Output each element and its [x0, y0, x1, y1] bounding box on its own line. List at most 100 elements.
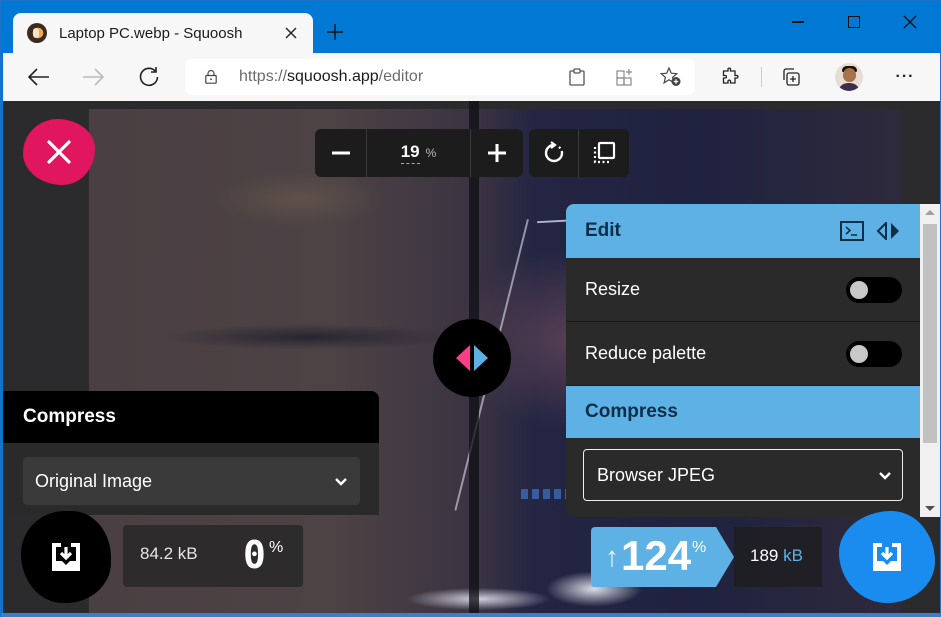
left-codec-select[interactable]: Original Image	[23, 457, 360, 505]
left-codec-value: Original Image	[35, 470, 153, 491]
toggle-knob	[850, 280, 868, 299]
plus-icon	[488, 144, 506, 162]
app-available-button[interactable]	[613, 65, 637, 89]
zoom-controls: 19 %	[315, 129, 523, 177]
toolbar-divider	[761, 67, 762, 87]
reduce-palette-label: Reduce palette	[585, 343, 707, 363]
window-bottom-border	[1, 613, 941, 617]
compressed-percent: 124	[621, 532, 692, 579]
tab-close-button[interactable]	[279, 21, 303, 45]
minimize-button[interactable]	[775, 9, 821, 35]
avatar-face	[843, 68, 856, 82]
right-codec-select[interactable]: Browser JPEG	[583, 449, 903, 501]
scroll-up-arrow-icon[interactable]	[925, 210, 935, 215]
compress-section-header: Compress	[566, 386, 920, 438]
right-panel-content: Edit Resize Reduce palette Compress Brow…	[566, 204, 920, 517]
scrollbar-thumb[interactable]	[923, 224, 937, 443]
resize-toggle[interactable]	[846, 276, 902, 303]
download-compressed-button[interactable]	[839, 511, 935, 603]
left-options-panel: Compress Original Image	[3, 391, 379, 515]
close-icon	[903, 15, 917, 29]
squoosh-editor: 19 % Compress Original Image Edit Resize…	[3, 101, 940, 615]
browser-window: Laptop PC.webp - Squoosh https://squoosh…	[0, 0, 941, 617]
increase-arrow-icon: ↑	[605, 541, 619, 572]
address-bar[interactable]: https://squoosh.app/editor	[185, 59, 695, 95]
lock-icon	[205, 70, 217, 84]
zoom-in-button[interactable]	[471, 129, 523, 177]
url-path: /editor	[378, 68, 424, 85]
window-close-button[interactable]	[887, 9, 933, 35]
reduce-palette-toggle[interactable]	[846, 340, 902, 367]
title-bar: Laptop PC.webp - Squoosh	[1, 1, 941, 53]
refresh-icon	[139, 67, 159, 87]
maximize-button[interactable]	[831, 9, 877, 35]
compressed-size-value: 189	[750, 546, 779, 565]
forward-icon	[83, 68, 104, 86]
edit-header-icons	[840, 221, 902, 241]
left-panel-header[interactable]: Compress	[3, 391, 379, 443]
extensions-button[interactable]	[713, 59, 749, 95]
clipboard-button[interactable]	[565, 65, 589, 89]
terminal-icon[interactable]	[840, 221, 864, 241]
favorite-add-icon	[660, 67, 681, 86]
browser-tab[interactable]: Laptop PC.webp - Squoosh	[13, 13, 313, 53]
url-scheme: https://	[239, 68, 288, 85]
back-to-home-button[interactable]	[23, 119, 95, 185]
new-tab-button[interactable]	[321, 19, 349, 47]
close-icon	[47, 140, 71, 164]
compress-title: Compress	[585, 401, 678, 422]
plus-icon	[327, 24, 343, 40]
refresh-button[interactable]	[131, 59, 167, 95]
zoom-out-button[interactable]	[315, 129, 367, 177]
rotate-icon	[544, 141, 563, 163]
avatar-body	[838, 83, 860, 91]
edit-section-header: Edit	[566, 204, 920, 258]
zoom-value: 19	[400, 142, 420, 164]
scroll-down-arrow-icon[interactable]	[925, 506, 935, 511]
download-icon	[873, 543, 901, 571]
settings-more-button[interactable]: ···	[887, 59, 923, 95]
minimize-icon	[792, 21, 804, 23]
compressed-size-info: 189 kB	[734, 527, 822, 587]
swap-sides-icon[interactable]	[876, 222, 902, 240]
app-grid-icon	[616, 69, 632, 86]
right-options-panel: Edit Resize Reduce palette Compress Brow…	[566, 204, 940, 517]
zoom-unit: %	[425, 146, 437, 160]
toggle-knob	[850, 344, 868, 363]
split-slider-handle[interactable]	[433, 319, 511, 397]
left-panel-title: Compress	[23, 406, 116, 427]
zoom-level-input[interactable]: 19 %	[367, 129, 471, 177]
browser-toolbar: https://squoosh.app/editor ···	[3, 53, 940, 101]
view-controls	[529, 129, 629, 177]
arrow-left-icon	[456, 345, 470, 371]
toggle-background-button[interactable]	[579, 129, 629, 177]
more-icon: ···	[895, 68, 915, 85]
chevron-down-icon	[335, 477, 347, 486]
edit-title: Edit	[585, 220, 621, 241]
right-codec-value: Browser JPEG	[597, 464, 716, 485]
resize-label: Resize	[585, 279, 641, 299]
add-favorite-button[interactable]	[659, 65, 683, 89]
back-button[interactable]	[21, 59, 57, 95]
minus-icon	[331, 151, 350, 155]
compressed-percent-badge: ↑ 124 %	[591, 527, 734, 587]
collections-icon	[783, 68, 800, 86]
profile-avatar[interactable]	[835, 63, 863, 91]
forward-button[interactable]	[75, 59, 111, 95]
close-icon	[285, 27, 297, 39]
squoosh-favicon-icon	[27, 23, 47, 43]
clipboard-icon	[569, 68, 585, 86]
address-url[interactable]: https://squoosh.app/editor	[239, 68, 423, 86]
original-size-info: 84.2 kB 0 %	[123, 525, 303, 587]
collections-button[interactable]	[773, 59, 809, 95]
panel-scrollbar[interactable]	[920, 204, 940, 517]
compressed-size: 189 kB	[750, 546, 803, 566]
rotate-button[interactable]	[529, 129, 579, 177]
original-percent: 0	[243, 533, 266, 577]
tab-title: Laptop PC.webp - Squoosh	[59, 24, 243, 42]
chevron-down-icon	[879, 471, 891, 480]
extensions-icon	[722, 67, 739, 84]
crop-frame-icon	[593, 141, 616, 164]
download-icon	[52, 543, 80, 571]
download-original-button[interactable]	[21, 511, 111, 603]
